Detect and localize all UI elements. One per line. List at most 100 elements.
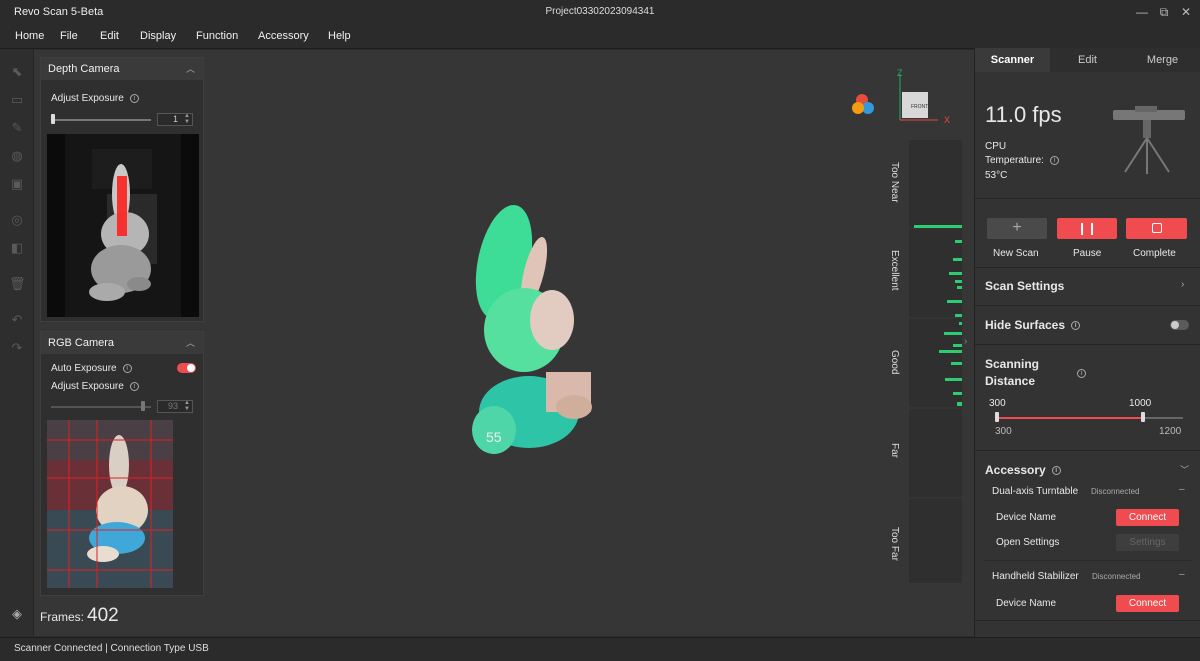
stabilizer-status: Disconnected (1092, 572, 1141, 581)
rgb-exposure-spinbox[interactable]: 93 ▲ ▼ (157, 400, 193, 413)
redo-icon[interactable]: ↷ (9, 340, 25, 356)
pause-button[interactable]: ❙❙ (1057, 218, 1117, 239)
title-bar: Revo Scan 5-Beta Project03302023094341 —… (0, 0, 1200, 24)
menu-help[interactable]: Help (328, 25, 351, 47)
quality-label-far: Far (889, 443, 900, 458)
menu-display[interactable]: Display (140, 25, 176, 47)
collapse-right-panel-icon[interactable]: › (964, 336, 967, 347)
scan-settings-label[interactable]: Scan Settings (985, 279, 1064, 293)
turntable-collapse-icon[interactable]: – (1179, 484, 1185, 495)
rgb-exposure-slider[interactable] (51, 406, 151, 408)
status-bar: Scanner Connected | Connection Type USB (0, 637, 1200, 661)
turntable-device-name-label: Device Name (996, 512, 1057, 523)
open-settings-label: Open Settings (996, 537, 1060, 548)
quality-label-too-far: Too Far (889, 527, 900, 561)
lasso-select-icon[interactable]: ✎ (9, 120, 25, 136)
temperature-label: Temperature: i (985, 155, 1059, 166)
image-select-icon[interactable]: ▣ (9, 176, 25, 192)
view-cube-face-label: FRONT (911, 104, 928, 110)
close-button[interactable]: ✕ (1176, 3, 1196, 21)
clear-selection-icon[interactable]: ◧ (9, 240, 25, 256)
menu-accessory[interactable]: Accessory (258, 25, 309, 47)
fps-readout: 11.0 fps (985, 102, 1062, 127)
accessory-chevron-icon[interactable]: ﹀ (1180, 463, 1189, 476)
new-scan-label: New Scan (993, 248, 1039, 259)
collapse-chevron-icon[interactable]: ︿ (186, 58, 195, 80)
temperature-value: 53°C (985, 170, 1008, 181)
select-arrow-icon[interactable]: ⬉ (9, 64, 25, 80)
auto-exposure-toggle[interactable] (177, 363, 196, 373)
restore-button[interactable]: ⧉ (1154, 3, 1174, 21)
scanning-distance-label-line2: Distance (985, 374, 1036, 388)
collapse-chevron-icon[interactable]: ︿ (186, 332, 195, 354)
menu-file[interactable]: File (60, 25, 78, 47)
info-icon[interactable]: i (1077, 369, 1086, 378)
info-icon[interactable]: i (1049, 155, 1059, 165)
stabilizer-device-name-label: Device Name (996, 598, 1057, 609)
distance-max-thumb[interactable] (1141, 412, 1145, 422)
info-icon[interactable]: i (1071, 321, 1081, 331)
tab-edit[interactable]: Edit (1050, 48, 1125, 72)
rectangle-select-icon[interactable]: ▭ (9, 92, 25, 108)
quality-label-excellent: Excellent (889, 250, 900, 291)
axis-z-label: Z (897, 68, 903, 78)
stabilizer-collapse-icon[interactable]: – (1179, 569, 1185, 580)
stop-icon (1151, 223, 1162, 233)
info-icon[interactable]: i (129, 93, 139, 103)
menu-function[interactable]: Function (196, 25, 238, 47)
menu-bar: Home File Edit Display Function Accessor… (0, 25, 1200, 49)
layers-icon[interactable]: ◈ (9, 606, 25, 622)
tool-rail: ⬉ ▭ ✎ ◍ ▣ ◎ ◧ 🗑 ↶ ↷ ◈ (0, 50, 34, 636)
stabilizer-connect-button[interactable]: Connect (1116, 595, 1179, 612)
scan-point-cloud: 55 (472, 205, 592, 454)
complete-button[interactable] (1126, 218, 1187, 239)
depth-exposure-label: Adjust Exposure i (51, 93, 139, 104)
depth-camera-header[interactable]: Depth Camera ︿ (41, 58, 203, 80)
rgb-exposure-label: Adjust Exposure i (51, 381, 139, 392)
svg-text:55: 55 (486, 429, 502, 445)
stabilizer-label: Handheld Stabilizer (992, 571, 1079, 582)
new-scan-button[interactable]: + (987, 218, 1047, 239)
frames-counter: Frames: 402 (40, 605, 119, 626)
undo-icon[interactable]: ↶ (9, 312, 25, 328)
scan-settings-chevron-icon[interactable]: › (1181, 279, 1184, 290)
right-panel: Scanner Edit Merge 11.0 fps CPU Temperat… (974, 48, 1200, 637)
distance-low-value: 300 (989, 398, 1006, 409)
turntable-status: Disconnected (1091, 487, 1140, 496)
view-orientation-widget[interactable]: FRONT Z X (852, 68, 956, 126)
quality-label-good: Good (889, 350, 900, 375)
complete-label: Complete (1133, 248, 1176, 259)
project-title: Project03302023094341 (545, 6, 655, 17)
depth-camera-title: Depth Camera (48, 63, 120, 75)
scanner-device-illustration (1113, 106, 1185, 174)
accessory-label: Accessory i (985, 463, 1061, 477)
tab-scanner[interactable]: Scanner (975, 48, 1050, 72)
cpu-label: CPU (985, 141, 1007, 152)
invert-selection-icon[interactable]: ◎ (9, 212, 25, 228)
tab-merge[interactable]: Merge (1125, 48, 1200, 72)
turntable-settings-button[interactable]: Settings (1116, 534, 1179, 551)
menu-edit[interactable]: Edit (100, 25, 119, 47)
distance-min-thumb[interactable] (995, 412, 999, 422)
turntable-connect-button[interactable]: Connect (1116, 509, 1179, 526)
panel-tabs: Scanner Edit Merge (975, 48, 1200, 72)
depth-exposure-spinbox[interactable]: 1 ▲ ▼ (157, 113, 193, 126)
brush-select-icon[interactable]: ◍ (9, 148, 25, 164)
depth-exposure-slider-thumb[interactable] (51, 114, 55, 124)
info-icon[interactable]: i (1051, 466, 1061, 476)
scanning-distance-label-line1: Scanning (985, 357, 1040, 371)
depth-exposure-slider[interactable] (51, 119, 151, 121)
hide-surfaces-toggle[interactable] (1170, 320, 1189, 330)
menu-home[interactable]: Home (15, 25, 44, 47)
hide-surfaces-label: Hide Surfaces i (985, 318, 1081, 332)
minimize-button[interactable]: — (1132, 3, 1152, 21)
turntable-label: Dual-axis Turntable (992, 486, 1079, 497)
3d-viewport[interactable]: Depth Camera ︿ Adjust Exposure i 1 ▲ ▼ RGB … (34, 50, 974, 636)
rgb-camera-panel: RGB Camera ︿ Auto Exposure i Adjust Expos… (40, 331, 204, 596)
rgb-camera-header[interactable]: RGB Camera ︿ (41, 332, 203, 354)
info-icon[interactable]: i (122, 363, 132, 373)
depth-camera-preview (47, 134, 199, 317)
info-icon[interactable]: i (129, 381, 139, 391)
rgb-exposure-slider-thumb[interactable] (141, 401, 145, 411)
delete-icon[interactable]: 🗑 (9, 276, 26, 292)
